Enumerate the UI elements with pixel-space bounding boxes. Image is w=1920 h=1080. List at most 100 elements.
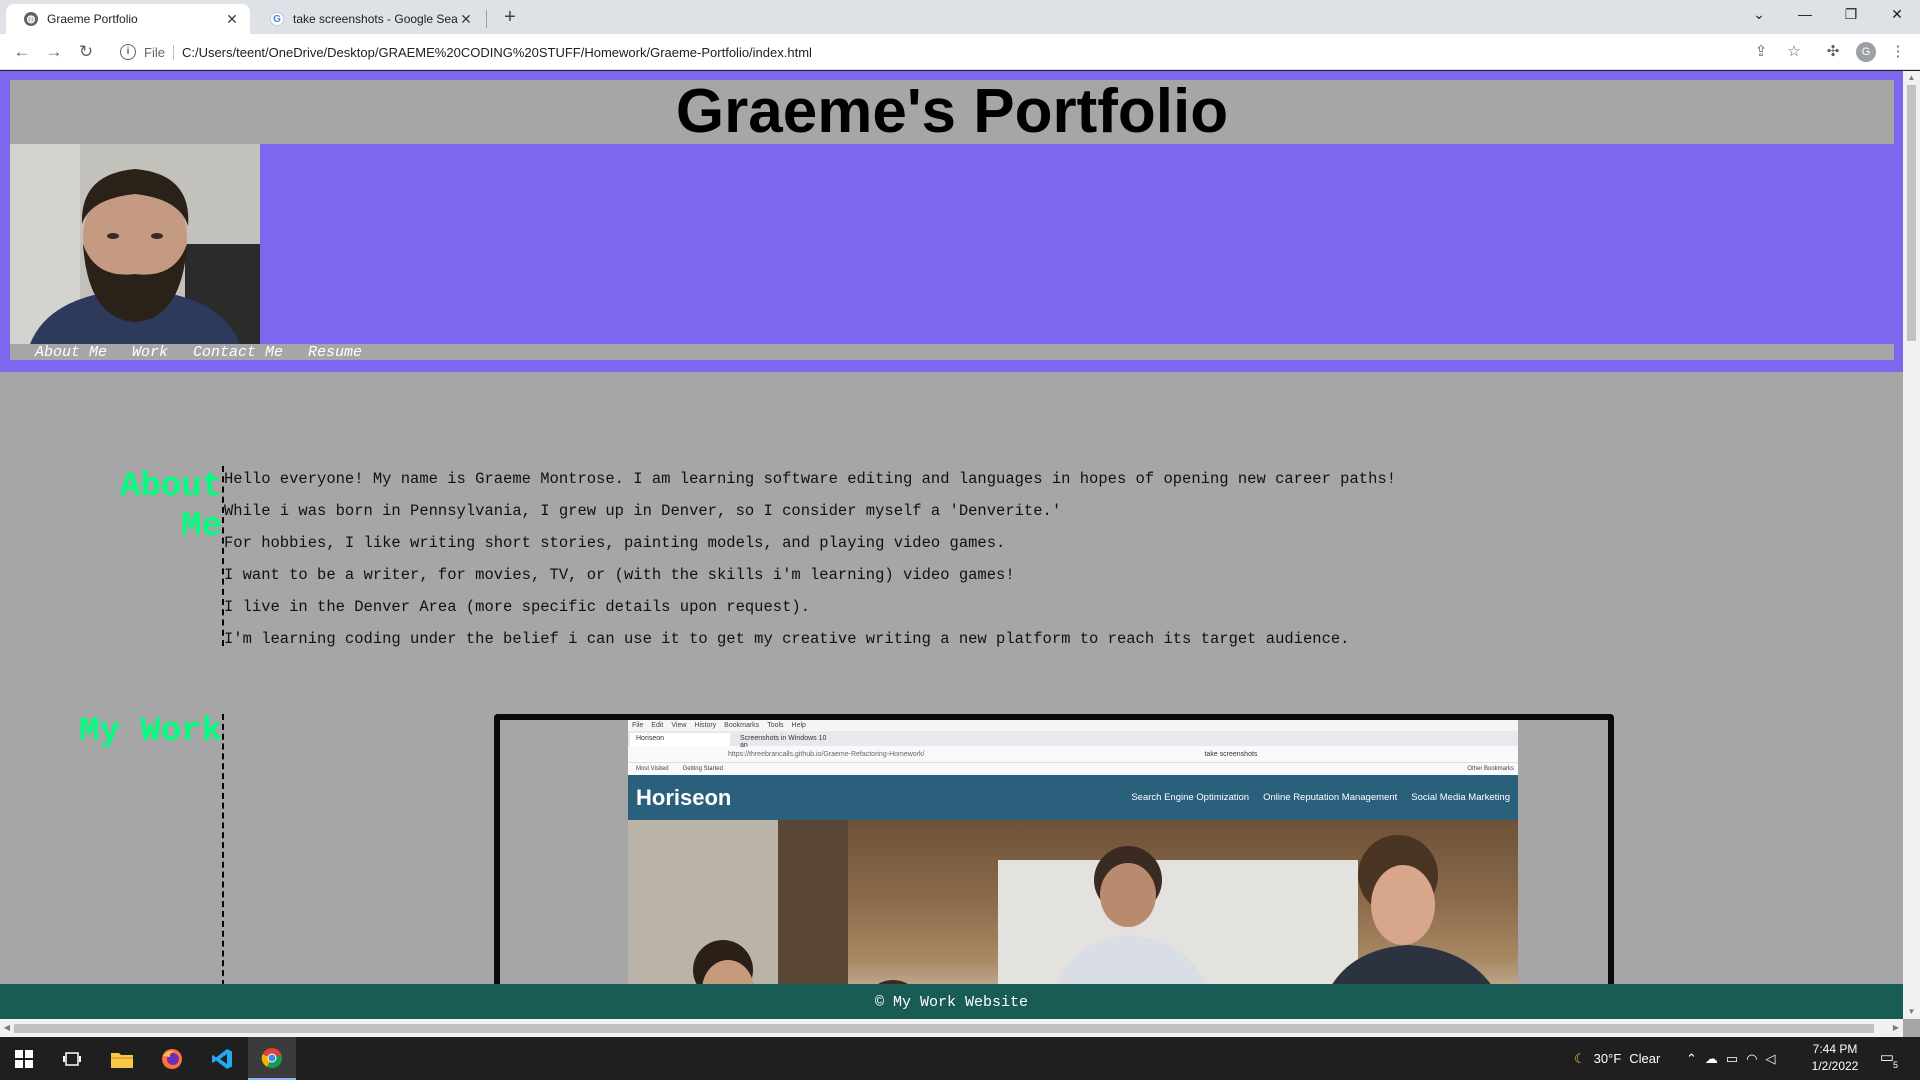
nav-link-work[interactable]: Work [132,344,168,361]
screenshot-menu-item: Bookmarks [724,722,760,729]
tab-search-icon[interactable]: ⌄ [1736,0,1782,30]
page-title: Graeme's Portfolio [675,77,1229,146]
title-bar: Graeme's Portfolio [10,80,1894,144]
nav-link-contact-me[interactable]: Contact Me [193,344,283,361]
file-explorer-icon[interactable] [98,1037,146,1080]
notification-center-icon[interactable]: 5 ▭ [1876,1048,1898,1070]
about-heading-line2: Me [181,508,222,546]
screenshot-tab: Horiseon [630,733,730,746]
menu-kebab-icon[interactable]: ⋮ [1888,42,1908,62]
scroll-up-arrow-icon[interactable]: ▲ [1903,71,1920,85]
about-paragraph: I'm learning coding under the belief i c… [224,630,1350,648]
screenshot-menu-item: Edit [651,722,664,729]
clock-time: 7:44 PM [1812,1042,1858,1056]
tab-title: Graeme Portfolio [47,12,138,26]
screenshot-menu-item: Help [791,722,806,729]
screenshot-menu-item: File [632,722,644,729]
screenshot-search: take screenshots [1204,751,1258,758]
wifi-icon[interactable]: ◠ [1746,1051,1757,1067]
scroll-right-arrow-icon[interactable]: ▶ [1889,1019,1903,1037]
windows-taskbar: ☾ 30°F Clear ⌃ ☁ ▭ ◠ ◁ 7:44 PM 1/2/2022 … [0,1037,1920,1080]
close-tab-icon[interactable]: ✕ [224,11,240,28]
tab-graeme-portfolio[interactable]: ◍ Graeme Portfolio ✕ [6,4,250,34]
horiseon-nav-link: Social Media Marketing [1411,792,1510,803]
battery-icon[interactable]: ▭ [1726,1051,1738,1067]
nav-link-resume[interactable]: Resume [308,344,362,361]
page-viewport: Graeme's Portfolio About Me Work Contact… [0,71,1920,1037]
horiseon-nav-link: Online Reputation Management [1263,792,1398,803]
nav-link-about-me[interactable]: About Me [35,344,107,361]
address-bar[interactable]: i File C:/Users/teent/OneDrive/Desktop/G… [110,37,1792,67]
screenshot-other-bookmarks: Other Bookmarks [1467,766,1514,772]
site-header: Graeme's Portfolio About Me Work Contact… [0,71,1903,372]
horizontal-scroll-thumb[interactable] [14,1024,1874,1033]
footer-text: © My Work Website [874,994,1029,1011]
reload-icon[interactable]: ↻ [74,40,98,64]
vertical-scrollbar[interactable]: ▲ ▼ [1903,71,1920,1019]
close-tab-icon[interactable]: ✕ [458,11,474,28]
minimize-button[interactable]: — [1782,0,1828,30]
about-me-heading: About Me [60,467,222,547]
about-paragraph: While i was born in Pennsylvania, I grew… [224,502,1062,520]
windows-start-icon[interactable] [0,1037,48,1080]
onedrive-cloud-icon[interactable]: ☁ [1705,1051,1718,1067]
screenshot-url: https://threebrancalls.github.io/Graeme-… [728,751,925,758]
screenshot-bookmarks: Most Visited Getting Started Other Bookm… [628,763,1518,775]
my-work-heading: My Work [79,713,222,751]
screenshot-bookmark: Most Visited [636,766,669,772]
clock-date: 1/2/2022 [1811,1059,1859,1073]
horiseon-logo: Horiseon [636,784,732,810]
screenshot-bookmark: Getting Started [682,766,723,772]
profile-photo-graphic [10,144,260,344]
horiseon-header: Horiseon Search Engine Optimization Onli… [628,775,1518,820]
notification-count: 5 [1892,1060,1898,1070]
browser-tab-strip: ◍ Graeme Portfolio ✕ G take screenshots … [0,0,1920,34]
restore-button[interactable]: ❐ [1828,0,1874,30]
task-view-icon[interactable] [48,1037,96,1080]
close-window-button[interactable]: ✕ [1874,0,1920,30]
moon-icon: ☾ [1574,1050,1586,1066]
new-tab-button[interactable]: + [498,5,522,29]
screenshot-urlbar: https://threebrancalls.github.io/Graeme-… [628,746,1518,763]
vertical-scroll-thumb[interactable] [1907,85,1916,341]
firefox-icon[interactable] [148,1037,196,1080]
profile-photo [10,144,260,344]
url-text[interactable]: C:/Users/teent/OneDrive/Desktop/GRAEME%2… [182,45,812,60]
about-paragraph: Hello everyone! My name is Graeme Montro… [224,470,1396,488]
browser-toolbar: ← → ↻ i File C:/Users/teent/OneDrive/Des… [0,34,1920,70]
back-arrow-icon[interactable]: ← [10,40,34,64]
globe-icon: ◍ [24,12,38,26]
horizontal-scrollbar[interactable]: ◀ ▶ [0,1019,1903,1037]
tab-title: take screenshots - Google Search [293,12,458,26]
about-heading-line1: About [119,468,222,506]
extensions-puzzle-icon[interactable]: ✣ [1823,42,1843,62]
share-icon[interactable]: ⇪ [1751,42,1771,62]
volume-icon[interactable]: ◁ [1766,1051,1776,1067]
vscode-icon[interactable] [198,1037,246,1080]
screenshot-tab: Screenshots in Windows 10 an [740,735,827,749]
screenshot-menubar: File Edit View History Bookmarks Tools H… [628,720,1518,731]
taskbar-clock[interactable]: 7:44 PM 1/2/2022 [1800,1041,1870,1075]
weather-widget[interactable]: ☾ 30°F Clear [1574,1037,1660,1080]
screenshot-menu-item: Tools [767,722,784,729]
chevron-up-icon[interactable]: ⌃ [1686,1051,1697,1067]
scroll-left-arrow-icon[interactable]: ◀ [0,1019,14,1037]
profile-avatar[interactable]: G [1856,42,1876,62]
about-paragraph: I live in the Denver Area (more specific… [224,598,810,616]
bookmark-star-icon[interactable]: ☆ [1784,42,1804,62]
site-nav: About Me Work Contact Me Resume [10,344,1894,361]
chrome-icon[interactable] [248,1037,296,1080]
tab-google-search[interactable]: G take screenshots - Google Search ✕ [252,4,484,34]
about-me-text: Hello everyone! My name is Graeme Montro… [224,463,1624,655]
system-tray: ⌃ ☁ ▭ ◠ ◁ [1686,1037,1776,1080]
site-footer: © My Work Website [0,984,1903,1019]
info-icon[interactable]: i [120,44,136,60]
scroll-down-arrow-icon[interactable]: ▼ [1903,1005,1920,1019]
weather-temp: 30°F [1593,1051,1622,1066]
horiseon-nav-link: Search Engine Optimization [1131,792,1250,803]
screenshot-tabs: Horiseon Screenshots in Windows 10 an [628,731,1518,749]
forward-arrow-icon[interactable]: → [42,40,66,64]
weather-desc: Clear [1629,1051,1661,1066]
horiseon-nav: Search Engine Optimization Online Reputa… [1131,792,1510,803]
url-scheme-label: File [144,44,174,60]
